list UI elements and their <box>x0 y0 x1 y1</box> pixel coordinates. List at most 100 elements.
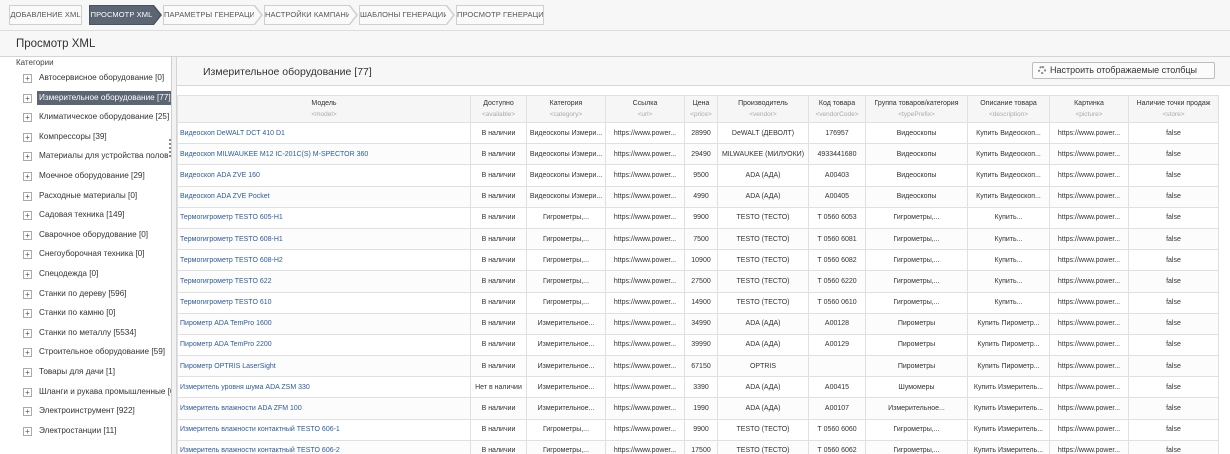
product-model-link[interactable]: Измеритель влажности контактный TESTO 60… <box>177 418 471 441</box>
column-header[interactable]: Модель <model> <box>177 95 471 123</box>
plus-icon[interactable]: + <box>23 270 32 279</box>
plus-icon[interactable]: + <box>23 113 32 123</box>
product-model-link[interactable]: Пирометр OPTRIS LaserSight <box>177 355 471 378</box>
step-campaign-settings[interactable]: НАСТРОЙКИ КАМПАНИЙ <box>264 5 350 25</box>
plus-icon[interactable]: + <box>23 309 32 319</box>
plus-icon[interactable]: + <box>23 132 32 142</box>
step-generation-params[interactable]: ПАРАМЕТРЫ ГЕНЕРАЦИИ <box>163 5 255 25</box>
table-row[interactable]: Пирометр ADA TemPro 2200 В наличии Измерит… <box>177 333 1219 357</box>
table-cell: https://www.power... <box>1049 418 1129 441</box>
table-row[interactable]: Измеритель влажности контактный TESTO 60… <box>177 439 1219 454</box>
column-header[interactable]: Производитель <vendor> <box>717 95 809 123</box>
table-row[interactable]: Измеритель уровня шума ADA ZSM 330 Нет в … <box>177 376 1219 399</box>
sidebar-category-item[interactable]: + Шланги и рукава промышленные [0 <box>0 383 171 403</box>
sidebar-category-item[interactable]: + Станки по металлу [5534] <box>0 324 171 344</box>
table-row[interactable]: Пирометр OPTRIS LaserSight В наличии Измер… <box>177 355 1219 378</box>
table-row[interactable]: Видеоскоп ADA ZVE Pocket В наличии Видеоск… <box>177 185 1219 208</box>
plus-icon[interactable]: + <box>23 426 32 436</box>
column-header[interactable]: Наличие точки продаж <store> <box>1128 95 1219 123</box>
sidebar-category-item[interactable]: + Спецодежда [0] <box>0 265 171 285</box>
column-header-key: <category> <box>549 111 583 118</box>
column-header[interactable]: Категория <category> <box>526 95 606 123</box>
configure-columns-button[interactable]: Настроить отображаемые столбцы <box>1032 62 1215 79</box>
step-generation-templates[interactable]: ШАБЛОНЫ ГЕНЕРАЦИИ <box>359 5 447 25</box>
column-header[interactable]: Ссылка <url> <box>605 95 685 123</box>
gear-icon <box>1038 66 1046 74</box>
product-model-link[interactable]: Измеритель влажности ADA ZFM 100 <box>177 397 471 420</box>
step-add-xml[interactable]: ДОБАВЛЕНИЕ XML <box>9 5 82 25</box>
table-cell: 3390 <box>684 376 718 399</box>
column-header[interactable]: Доступно <available> <box>470 95 527 123</box>
sidebar-category-item[interactable]: + Станки по камню [0] <box>0 304 171 324</box>
sidebar-category-item[interactable]: + Строительное оборудование [59] <box>0 343 171 363</box>
table-row[interactable]: Термогигрометр TESTO 608-H2 В наличии Гигр… <box>177 249 1219 272</box>
sidebar-category-item[interactable]: + Компрессоры [39] <box>0 128 171 148</box>
plus-icon[interactable]: + <box>23 74 32 83</box>
product-model-link[interactable]: Измеритель уровня шума ADA ZSM 330 <box>177 376 471 399</box>
column-header[interactable]: Описание товара <description> <box>967 95 1050 123</box>
table-row[interactable]: Видеоскоп MILWAUKEE M12 IC-201C(S) M-SPE… <box>177 143 1219 166</box>
table-cell: 4933441680 <box>808 143 866 166</box>
product-model-link[interactable]: Видеоскоп ADA ZVE Pocket <box>177 185 471 208</box>
table-cell: В наличии <box>470 164 527 187</box>
plus-icon[interactable]: + <box>23 387 32 397</box>
table-row[interactable]: Видеоскоп DeWALT DCT 410 D1 В наличии Виде… <box>177 121 1219 145</box>
table-row[interactable]: Пирометр ADA TemPro 1600 В наличии Измерит… <box>177 312 1219 335</box>
table-row[interactable]: Термогигрометр TESTO 605-H1 В наличии Гигр… <box>177 206 1219 229</box>
sidebar-category-item[interactable]: + Расходные материалы [0] <box>0 187 171 207</box>
plus-icon[interactable]: + <box>23 93 32 103</box>
sidebar-category-item[interactable]: + Измерительное оборудование [77] <box>0 89 171 109</box>
product-model-link[interactable]: Измеритель влажности контактный TESTO 60… <box>177 439 471 454</box>
plus-icon[interactable]: + <box>23 191 32 201</box>
column-header[interactable]: Код товара <vendorCode> <box>808 95 866 123</box>
product-model-link[interactable]: Термогигрометр TESTO 608-H2 <box>177 249 471 272</box>
product-model-link[interactable]: Термогигрометр TESTO 622 <box>177 270 471 293</box>
plus-icon[interactable]: + <box>23 152 32 162</box>
table-cell: 1990 <box>684 397 718 420</box>
sidebar-category-item[interactable]: + Электростанции [11] <box>0 422 171 442</box>
sidebar-category-item[interactable]: + Снегоуборочная техника [0] <box>0 245 171 265</box>
product-model-link[interactable]: Видеоскоп DeWALT DCT 410 D1 <box>177 121 471 145</box>
plus-icon[interactable]: + <box>23 289 32 299</box>
plus-icon[interactable]: + <box>23 348 32 358</box>
plus-icon[interactable]: + <box>23 211 32 221</box>
table-row[interactable]: Термогигрометр TESTO 610 В наличии Гигроме… <box>177 291 1219 314</box>
column-header[interactable]: Группа товаров/категория <typePrefix> <box>865 95 968 123</box>
plus-icon[interactable]: + <box>23 250 32 260</box>
table-row[interactable]: Термогигрометр TESTO 622 В наличии Гигроме… <box>177 270 1219 293</box>
product-model-link[interactable]: Пирометр ADA TemPro 1600 <box>177 312 471 335</box>
sidebar-category-item[interactable]: + Автосервисное оборудование [0] <box>0 69 171 89</box>
product-model-link[interactable]: Термогигрометр TESTO 610 <box>177 291 471 314</box>
table-row[interactable]: Измеритель влажности ADA ZFM 100 В наличи… <box>177 397 1219 420</box>
table-cell: ADA (АДА) <box>717 397 809 420</box>
plus-icon[interactable]: + <box>23 368 32 377</box>
sidebar-category-item[interactable]: + Товары для дачи [1] <box>0 363 171 383</box>
table-row[interactable]: Измеритель влажности контактный TESTO 60… <box>177 418 1219 441</box>
sidebar-category-item[interactable]: + Сварочное оборудование [0] <box>0 226 171 246</box>
step-generation-preview[interactable]: ПРОСМОТР ГЕНЕРАЦИИ <box>456 5 544 25</box>
plus-icon[interactable]: + <box>23 407 32 417</box>
plus-icon[interactable]: + <box>23 328 32 338</box>
product-model-link[interactable]: Видеоскоп ADA ZVE 160 <box>177 164 471 187</box>
product-model-link[interactable]: Термогигрометр TESTO 608-H1 <box>177 227 471 251</box>
plus-icon[interactable]: + <box>23 230 32 240</box>
sidebar-category-item[interactable]: + Станки по дереву [596] <box>0 285 171 305</box>
table-cell: В наличии <box>470 439 527 454</box>
plus-icon[interactable]: + <box>23 172 32 181</box>
column-header[interactable]: Картинка <picture> <box>1049 95 1129 123</box>
sidebar-category-item[interactable]: + Климатическое оборудование [25] <box>0 108 171 128</box>
sidebar-category-item[interactable]: + Садовая техника [149] <box>0 206 171 226</box>
table-cell: https://www.power... <box>1049 291 1129 314</box>
product-model-link[interactable]: Пирометр ADA TemPro 2200 <box>177 333 471 357</box>
product-model-link[interactable]: Термогигрометр TESTO 605-H1 <box>177 206 471 229</box>
resize-handle[interactable] <box>168 137 171 161</box>
sidebar-category-item[interactable]: + Электроинструмент [922] <box>0 402 171 422</box>
sidebar-category-item[interactable]: + Моечное оборудование [29] <box>0 167 171 187</box>
product-model-link[interactable]: Видеоскоп MILWAUKEE M12 IC-201C(S) M-SPE… <box>177 143 471 166</box>
table-row[interactable]: Видеоскоп ADA ZVE 160 В наличии Видеоскопы… <box>177 164 1219 187</box>
sidebar-category-item[interactable]: + Материалы для устройства полов [0 <box>0 147 171 167</box>
table-row[interactable]: Термогигрометр TESTO 608-H1 В наличии Гигр… <box>177 227 1219 251</box>
table-cell: 10900 <box>684 249 718 272</box>
column-header[interactable]: Цена <price> <box>684 95 718 123</box>
step-view-xml[interactable]: ПРОСМОТР XML <box>89 5 154 25</box>
